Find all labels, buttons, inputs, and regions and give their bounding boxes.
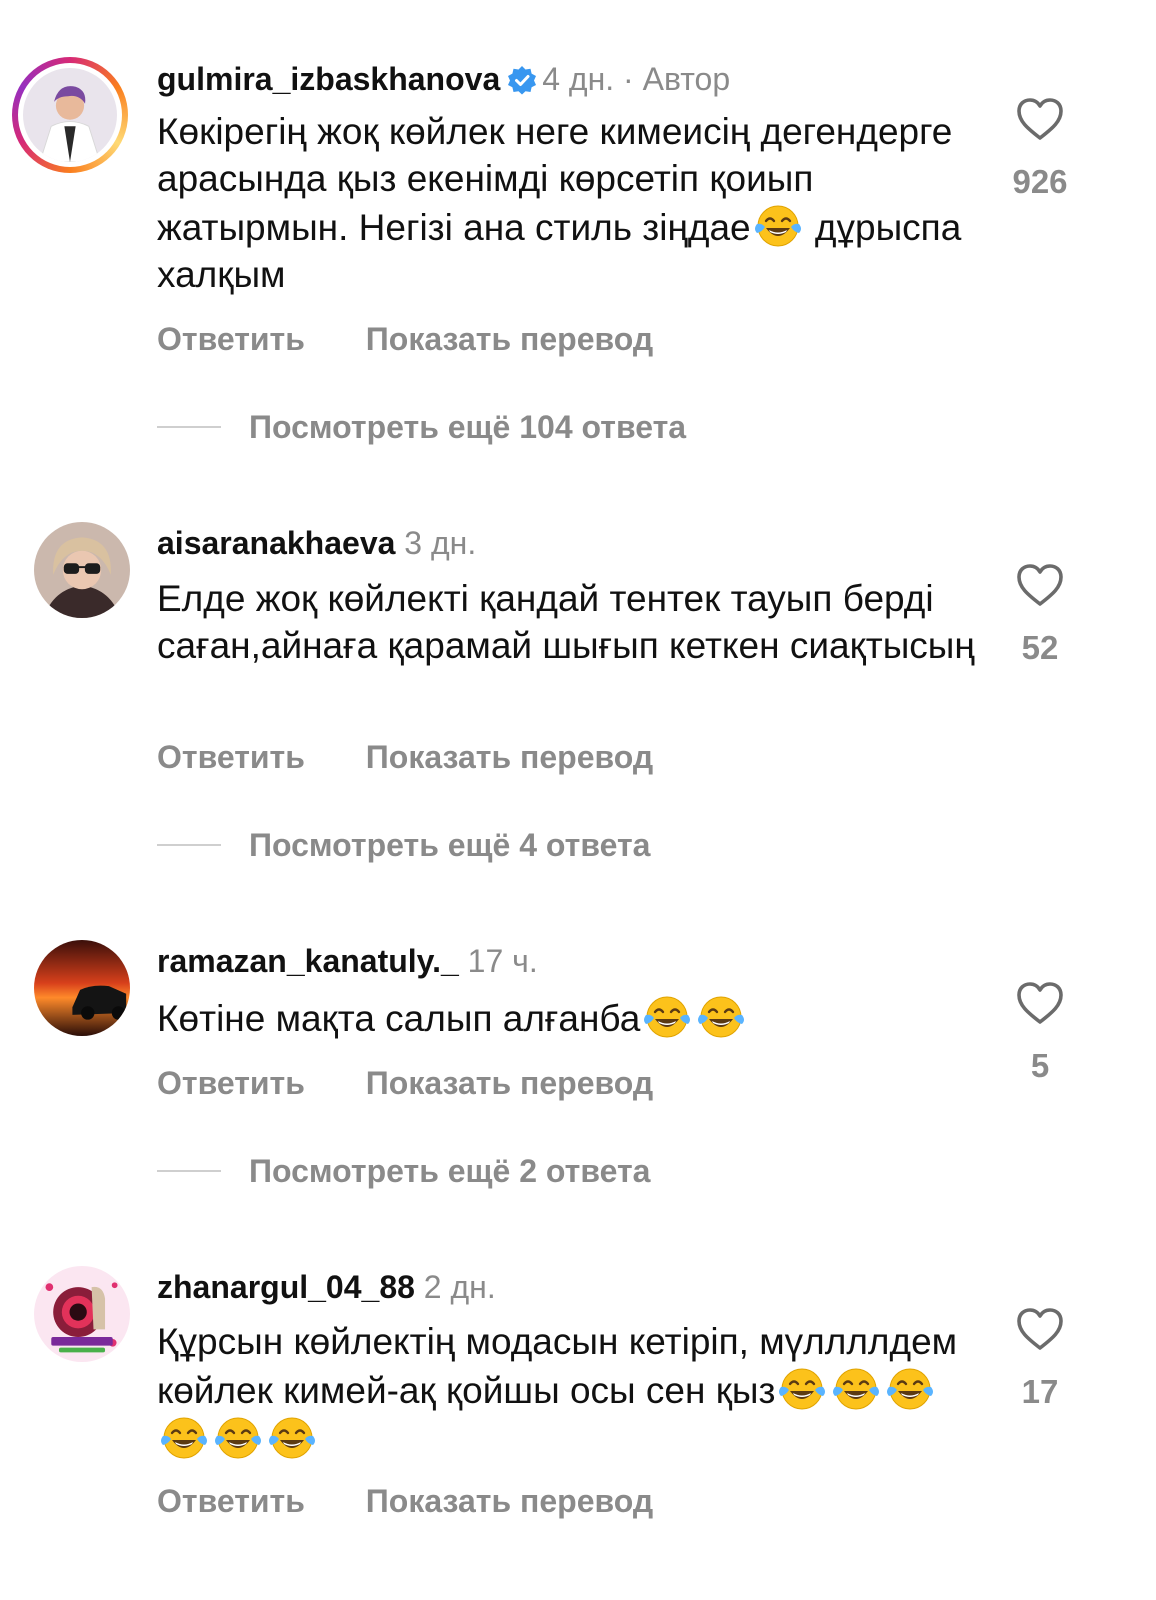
verified-badge-icon (508, 66, 537, 95)
face-with-tears-of-joy-emoji (697, 993, 745, 1041)
comment-time: 4 дн. (542, 61, 615, 97)
view-more-replies-button[interactable]: Посмотреть ещё 104 ответа (157, 408, 686, 446)
like-area: 17 (992, 1306, 1088, 1412)
avatar[interactable] (34, 522, 130, 618)
avatar-image (23, 68, 117, 162)
comment-text: Көтіне мақта салып алғанба (157, 993, 977, 1042)
username[interactable]: aisaranakhaeva (157, 525, 395, 561)
face-with-tears-of-joy-emoji (268, 1414, 316, 1462)
heart-outline-icon[interactable] (1015, 96, 1065, 142)
avatar[interactable] (12, 57, 128, 173)
face-with-tears-of-joy-emoji (832, 1365, 880, 1413)
comment-text: Құрсын көйлектің модасын кетіріп, мүлллл… (157, 1318, 977, 1463)
comment-time: 2 дн. (423, 1269, 496, 1305)
view-more-replies-label: Посмотреть ещё 2 ответа (249, 1153, 651, 1189)
reply-button[interactable]: Ответить (157, 320, 305, 358)
show-translation-button[interactable]: Показать перевод (366, 320, 653, 358)
face-with-tears-of-joy-emoji (643, 993, 691, 1041)
avatar[interactable] (34, 1266, 130, 1362)
avatar[interactable] (34, 940, 130, 1036)
divider-line (157, 1170, 221, 1172)
like-count: 17 (1021, 1373, 1059, 1410)
view-more-replies-label: Посмотреть ещё 4 ответа (249, 827, 651, 863)
divider-line (157, 844, 221, 846)
face-with-tears-of-joy-emoji (778, 1365, 826, 1413)
reply-button[interactable]: Ответить (157, 1064, 305, 1102)
separator-dot: · (623, 61, 634, 97)
comment-text: Елде жоқ көйлекті қандай тентек тауып бе… (157, 578, 975, 666)
view-more-replies-button[interactable]: Посмотреть ещё 2 ответа (157, 1152, 650, 1190)
reply-button[interactable]: Ответить (157, 738, 305, 776)
like-count: 5 (1030, 1047, 1050, 1084)
face-with-tears-of-joy-emoji (160, 1414, 208, 1462)
comment-time: 3 дн. (404, 525, 477, 561)
like-area: 52 (992, 562, 1088, 668)
comment-time: 17 ч. (467, 943, 538, 979)
avatar-image (34, 522, 130, 618)
face-with-tears-of-joy-emoji (754, 202, 802, 250)
heart-outline-icon[interactable] (1015, 980, 1065, 1026)
emoji-row (640, 998, 748, 1039)
heart-outline-icon[interactable] (1015, 562, 1065, 608)
divider-line (157, 426, 221, 428)
face-with-tears-of-joy-emoji (886, 1365, 934, 1413)
reply-button[interactable]: Ответить (157, 1482, 305, 1520)
username[interactable]: zhanargul_04_88 (157, 1269, 415, 1305)
face-with-tears-of-joy-emoji (214, 1414, 262, 1462)
avatar-image (34, 940, 130, 1036)
username[interactable]: ramazan_kanatuly._ (157, 943, 459, 979)
like-area: 926 (992, 96, 1088, 202)
comment-text-body: Көтіне мақта салып алғанба (157, 998, 641, 1039)
show-translation-button[interactable]: Показать перевод (366, 1064, 653, 1102)
like-count: 52 (1021, 629, 1059, 666)
show-translation-button[interactable]: Показать перевод (366, 1482, 653, 1520)
show-translation-button[interactable]: Показать перевод (366, 738, 653, 776)
view-more-replies-button[interactable]: Посмотреть ещё 4 ответа (157, 826, 650, 864)
comment-text: Көкірегің жоқ көйлек неге кимеисің деген… (157, 108, 977, 298)
view-more-replies-label: Посмотреть ещё 104 ответа (249, 409, 687, 445)
username[interactable]: gulmira_izbaskhanova (157, 61, 500, 97)
avatar-image (34, 1266, 130, 1362)
like-count: 926 (1012, 163, 1068, 200)
author-tag: Автор (642, 61, 731, 97)
heart-outline-icon[interactable] (1015, 1306, 1065, 1352)
like-area: 5 (992, 980, 1088, 1086)
